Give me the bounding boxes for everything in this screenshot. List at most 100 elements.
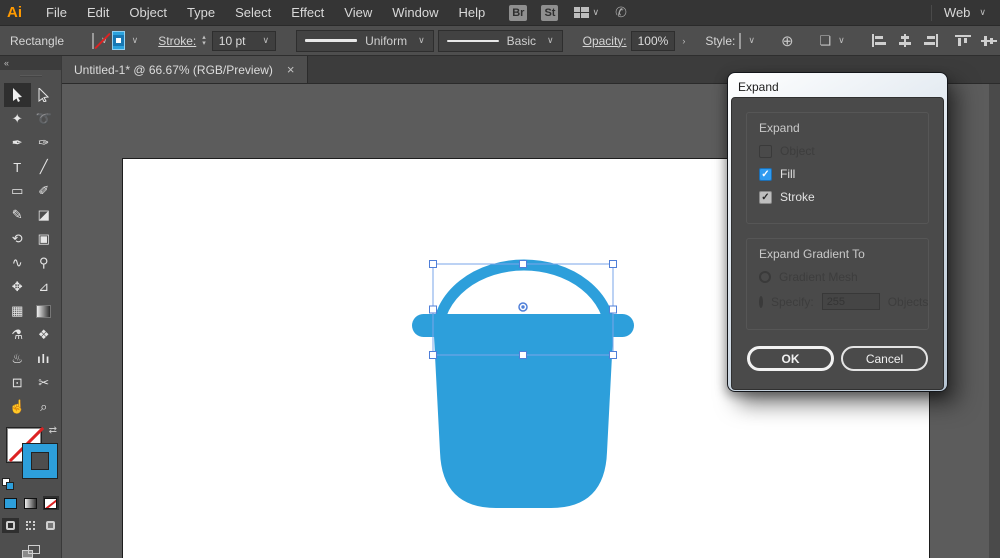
lasso-tool[interactable]: ➰ [31, 107, 58, 131]
none-button[interactable] [43, 496, 59, 510]
draw-inside-button[interactable] [42, 518, 59, 533]
rectangle-tool[interactable]: ▭ [4, 179, 31, 203]
workspace-switcher[interactable]: Web ∨ [944, 5, 1000, 20]
perspective-grid-tool[interactable]: ⊿ [31, 275, 58, 299]
menu-help[interactable]: Help [448, 5, 495, 20]
magic-wand-tool[interactable]: ✦ [4, 107, 31, 131]
artboard-tool[interactable]: ⊡ [4, 371, 31, 395]
tool-grid: ✦ ➰ ✒ ✑ T ╱ ▭ ✐ ✎ ◪ ⟲ ▣ ∿ ⚲ ✥ ⊿ ▦ ⚗ ❖ ♨ … [0, 81, 61, 419]
menu-bar: Ai File Edit Object Type Select Effect V… [0, 0, 1000, 26]
pencil-tool[interactable]: ✎ [4, 203, 31, 227]
stroke-swatch-blue[interactable] [22, 443, 58, 479]
align-center-icon[interactable] [897, 34, 913, 47]
draw-behind-button[interactable] [22, 518, 39, 533]
opacity-label[interactable]: Opacity: [583, 34, 627, 48]
cancel-button[interactable]: Cancel [841, 346, 928, 371]
stroke-weight-label[interactable]: Stroke: [158, 34, 196, 48]
fill-checkbox[interactable]: ✓ [759, 168, 772, 181]
direct-selection-tool[interactable] [31, 83, 58, 107]
brush-stroke-icon [447, 40, 499, 42]
stroke-checkbox[interactable]: ✓ [759, 191, 772, 204]
object-label: Object [780, 144, 815, 158]
chevron-down-icon[interactable]: ∨ [132, 35, 139, 46]
collapse-panel-button[interactable]: « [0, 56, 61, 70]
opacity-field[interactable]: 100% [631, 31, 676, 51]
menu-effect[interactable]: Effect [281, 5, 334, 20]
expand-options-group: Expand Object ✓ Fill ✓ Stroke [746, 112, 929, 224]
document-setup-icon[interactable]: ❏ [820, 33, 832, 49]
menu-file[interactable]: File [36, 5, 77, 20]
bucket-body-shape[interactable] [433, 317, 614, 508]
chevron-down-icon[interactable]: ∨ [838, 35, 845, 46]
close-icon[interactable]: × [287, 62, 295, 77]
group-label: Expand Gradient To [759, 247, 916, 261]
variable-width-dropdown[interactable]: Uniform ∨ [296, 30, 434, 52]
color-button[interactable] [3, 496, 19, 510]
align-left-icon[interactable] [871, 34, 887, 47]
dialog-title[interactable]: Expand [731, 76, 944, 97]
rotate-tool[interactable]: ⟲ [4, 227, 31, 251]
gradient-button[interactable] [23, 496, 39, 510]
chevron-down-icon[interactable]: ∨ [748, 35, 755, 46]
menu-view[interactable]: View [334, 5, 382, 20]
paintbrush-tool[interactable]: ✐ [31, 179, 58, 203]
align-right-icon[interactable] [923, 34, 939, 47]
width-tool[interactable]: ∿ [4, 251, 31, 275]
blend-tool[interactable]: ❖ [31, 323, 58, 347]
align-middle-icon[interactable] [981, 34, 997, 47]
mesh-tool[interactable]: ▦ [4, 299, 31, 323]
menu-edit[interactable]: Edit [77, 5, 119, 20]
group-label: Expand [759, 121, 916, 135]
draw-normal-button[interactable] [2, 518, 19, 533]
eraser-tool[interactable]: ◪ [31, 203, 58, 227]
panel-drag-handle[interactable] [0, 70, 61, 81]
swap-fill-stroke-icon[interactable]: ⇄ [49, 425, 57, 436]
column-graph-tool[interactable]: ılı [31, 347, 58, 371]
bridge-button[interactable]: Br [509, 5, 527, 21]
style-label: Style: [705, 34, 735, 48]
recolor-artwork-icon[interactable]: ⊕ [781, 32, 794, 50]
device-preview-icon[interactable]: ✆ [615, 4, 627, 21]
gradient-tool[interactable] [31, 299, 58, 323]
fill-checkbox-row[interactable]: ✓ Fill [759, 167, 916, 181]
graphic-style-swatch[interactable] [739, 33, 741, 49]
symbol-sprayer-tool[interactable]: ♨ [4, 347, 31, 371]
stroke-color-swatch[interactable] [112, 31, 125, 50]
scale-tool[interactable]: ▣ [31, 227, 58, 251]
menu-type[interactable]: Type [177, 5, 225, 20]
ok-button[interactable]: OK [747, 346, 834, 371]
screen-mode-button[interactable] [0, 545, 61, 558]
line-segment-tool[interactable]: ╱ [31, 155, 58, 179]
chevron-down-icon[interactable]: ∨ [262, 35, 269, 46]
drawing-modes-row [0, 518, 61, 533]
shape-builder-tool[interactable]: ✥ [4, 275, 31, 299]
selection-tool[interactable] [4, 83, 31, 107]
menu-select[interactable]: Select [225, 5, 281, 20]
zoom-tool[interactable]: ⌕ [31, 395, 58, 419]
variable-width-value: Uniform [365, 34, 407, 48]
document-tab[interactable]: Untitled-1* @ 66.67% (RGB/Preview) × [62, 56, 308, 83]
illustrator-logo: Ai [0, 4, 36, 21]
menu-window[interactable]: Window [382, 5, 448, 20]
stroke-checkbox-row[interactable]: ✓ Stroke [759, 190, 916, 204]
type-tool[interactable]: T [4, 155, 31, 179]
stroke-weight-stepper[interactable]: ▴ ▾ [202, 35, 206, 47]
chevron-right-icon[interactable]: › [682, 36, 685, 46]
puppet-warp-tool[interactable]: ⚲ [31, 251, 58, 275]
slice-tool[interactable]: ✂ [31, 371, 58, 395]
fill-color-swatch[interactable] [92, 33, 94, 49]
object-checkbox-row: Object [759, 144, 916, 158]
eyedropper-tool[interactable]: ⚗ [4, 323, 31, 347]
stock-button[interactable]: St [541, 5, 558, 21]
direct-selection-cursor-icon [38, 88, 49, 102]
arrange-documents-icon[interactable] [574, 7, 589, 18]
default-fill-stroke-icon[interactable] [2, 478, 14, 490]
brush-definition-dropdown[interactable]: Basic ∨ [438, 30, 563, 52]
hand-tool[interactable]: ☝ [4, 395, 31, 419]
stepper-down-icon[interactable]: ▾ [202, 41, 206, 47]
stroke-weight-field[interactable]: 10 pt ∨ [212, 31, 276, 51]
curvature-tool[interactable]: ✑ [31, 131, 58, 155]
pen-tool[interactable]: ✒ [4, 131, 31, 155]
align-top-icon[interactable] [955, 34, 971, 47]
menu-object[interactable]: Object [119, 5, 177, 20]
